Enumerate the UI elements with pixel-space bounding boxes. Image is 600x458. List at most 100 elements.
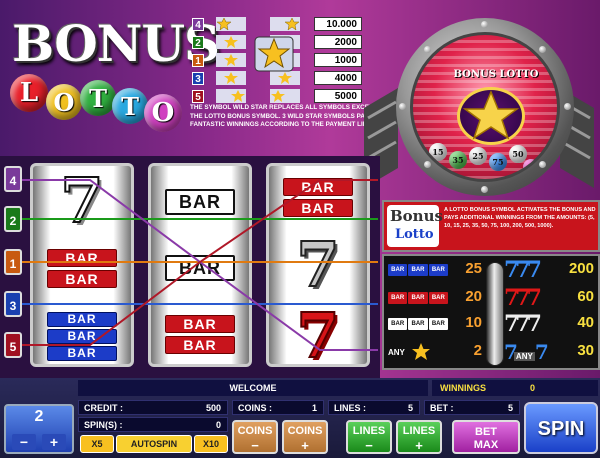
paytable-value: 2 [473,342,482,359]
lines-plus-button[interactable]: LINES + [396,420,442,454]
paytable-row: BAR BAR BAR 20 777 60 [384,285,598,314]
logo-ball-o2: O [144,94,182,132]
reel-symbol-double-bar: BAR BAR [151,304,249,364]
x10-button[interactable]: X10 [194,435,228,453]
paytable-value: 40 [577,314,594,331]
reel-symbol-double-bar: BAR BAR [269,172,367,222]
paytable-value: 10 [465,314,482,331]
wild-star-icon [216,89,246,103]
wild-star-rules-text: THE SYMBOL WILD STAR REPLACES ALL SYMBOL… [190,104,377,128]
winnings-display: WINNINGS 0 [432,380,598,396]
symbol-paytable: BAR BAR BAR 25 777 200 BAR BAR BAR 20 77… [382,254,600,370]
reel-symbol-seven: 7 [295,299,340,367]
wild-star-icon [270,17,300,31]
autospin-button[interactable]: AUTOSPIN [116,435,192,453]
lotto-drum: BONUS LOTTO 15 35 25 75 50 5 [410,32,560,182]
spin-button[interactable]: SPIN [524,402,598,454]
wild-star-icon [216,17,246,31]
lotto-ball: 5 [523,159,539,175]
bet-per-line-minus-button[interactable]: − [12,434,36,450]
bet-max-button[interactable]: BET MAX [452,420,520,454]
bonus-info-text: A LOTTO BONUS SYMBOL ACTIVATES THE BONUS… [444,207,596,229]
red-sevens-icon: 777 [504,285,542,311]
coins-plus-button[interactable]: COINS + [282,420,328,454]
paytable-value: 20 [465,288,482,305]
line-button-4[interactable]: 4 [4,166,22,192]
bonus-lotto-logo: BONUS L O T T O [8,14,220,134]
coins-minus-button[interactable]: COINS − [232,420,278,454]
lotto-ball: 15 [429,143,447,161]
reel-symbol-double-bar: BAR BAR [33,238,131,298]
wild-star-icon [270,71,300,85]
reel-2: BAR BAR BAR BAR [148,163,252,367]
lotto-ball: 25 [469,147,487,165]
reel-symbol-seven: 7 [295,228,340,301]
bonus-info-box: Bonus Lotto A LOTTO BONUS SYMBOL ACTIVAT… [382,200,600,252]
bet-display: BET :5 [424,400,520,415]
line-button-5[interactable]: 5 [4,332,22,358]
white-sevens-icon: 777 [504,311,542,337]
reel-symbol-single-bar: BAR [151,238,249,298]
any-sevens-icon: 7 ANY 7 [504,340,549,364]
paytable-value: 200 [568,260,594,277]
payline-number: 1 [192,53,204,67]
logo-ball-o: O [46,84,82,120]
lines-minus-button[interactable]: LINES − [346,420,392,454]
reel-symbol-seven: 7 [59,164,104,237]
credit-display: CREDIT :500 [78,400,228,415]
paytable-row: ANY 2 7 ANY 7 30 [384,342,598,368]
reel-1: 7 BAR BAR BAR BAR BAR [30,163,134,367]
bonus-lotto-mini-logo: Bonus Lotto [387,205,443,247]
coins-display: COINS :1 [232,400,324,415]
paytable-row: BAR BAR BAR 10 777 40 [384,311,598,340]
bet-per-line-plus-button[interactable]: + [42,434,66,450]
machine-label: BONUS LOTTO [453,69,539,80]
payline-value: 5000 [314,89,362,103]
machine-star-badge [457,87,525,145]
paytable-value: 25 [465,260,482,277]
spins-display: SPIN(S) :0 [78,417,228,432]
logo-ball-l: L [10,74,48,112]
payline-number: 3 [192,71,204,85]
payline-value: 4000 [314,71,362,85]
lotto-ball: 75 [489,153,507,171]
wild-star-icon [216,71,246,85]
payline-number: 4 [192,17,204,31]
single-bar-icon: BAR BAR BAR [388,314,448,334]
welcome-message: WELCOME [78,380,428,396]
reel-symbol-triple-bar: BAR BAR BAR [33,304,131,364]
wild-star-icon [216,35,246,49]
paytable-value: 60 [577,288,594,305]
bet-per-line-value: 2 [34,408,44,425]
logo-bonus-text: BONUS [12,14,220,73]
reel-3: BAR BAR 7 7 [266,163,370,367]
lotto-ball: 50 [509,145,527,163]
wild-star-icon [216,53,246,67]
lotto-ball: 35 [449,151,467,169]
any-star-icon: ANY [388,342,448,362]
double-bar-icon: BAR BAR BAR [388,288,448,308]
line-button-2[interactable]: 2 [4,206,22,232]
wild-star-icon [270,89,300,103]
line-button-1[interactable]: 1 [4,249,22,275]
gold-star-icon [462,90,520,140]
paytable-row: BAR BAR BAR 25 777 200 [384,257,598,286]
payline-row: 5 5000 [192,88,392,104]
lotto-machine: BONUS LOTTO 15 35 25 75 50 5 [396,18,574,196]
line-button-3[interactable]: 3 [4,291,22,317]
payline-row: 4 10.000 [192,16,392,32]
payline-number: 2 [192,35,204,49]
logo-ball-t: T [80,80,116,116]
payline-value: 2000 [314,35,362,49]
x5-button[interactable]: X5 [80,435,114,453]
bet-per-line-control: 2 − + [4,404,74,454]
wild-star-big-icon [254,36,294,72]
wild-star-icon [411,343,430,360]
payline-value: 10.000 [314,17,362,31]
logo-ball-t2: T [112,88,148,124]
triple-bar-icon: BAR BAR BAR [388,260,448,280]
payline-value: 1000 [314,53,362,67]
payline-row: 3 4000 [192,70,392,86]
blue-sevens-icon: 777 [504,257,542,283]
payline-number: 5 [192,89,204,103]
